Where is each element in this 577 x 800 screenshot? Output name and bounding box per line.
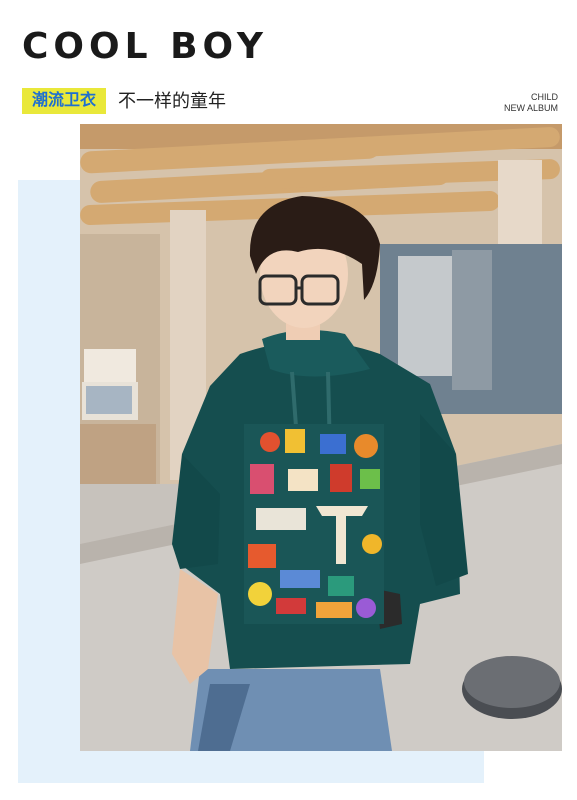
page-title: COOL BOY xyxy=(22,26,268,67)
album-label-line1: CHILD xyxy=(530,92,558,102)
product-photo xyxy=(80,124,562,751)
slogan-text: 不一样的童年 xyxy=(118,91,226,111)
category-tag: 潮流卫衣 xyxy=(22,88,107,114)
album-label: CHILD NEW ALBUM xyxy=(504,92,558,114)
album-label-line2: NEW ALBUM xyxy=(503,103,558,113)
